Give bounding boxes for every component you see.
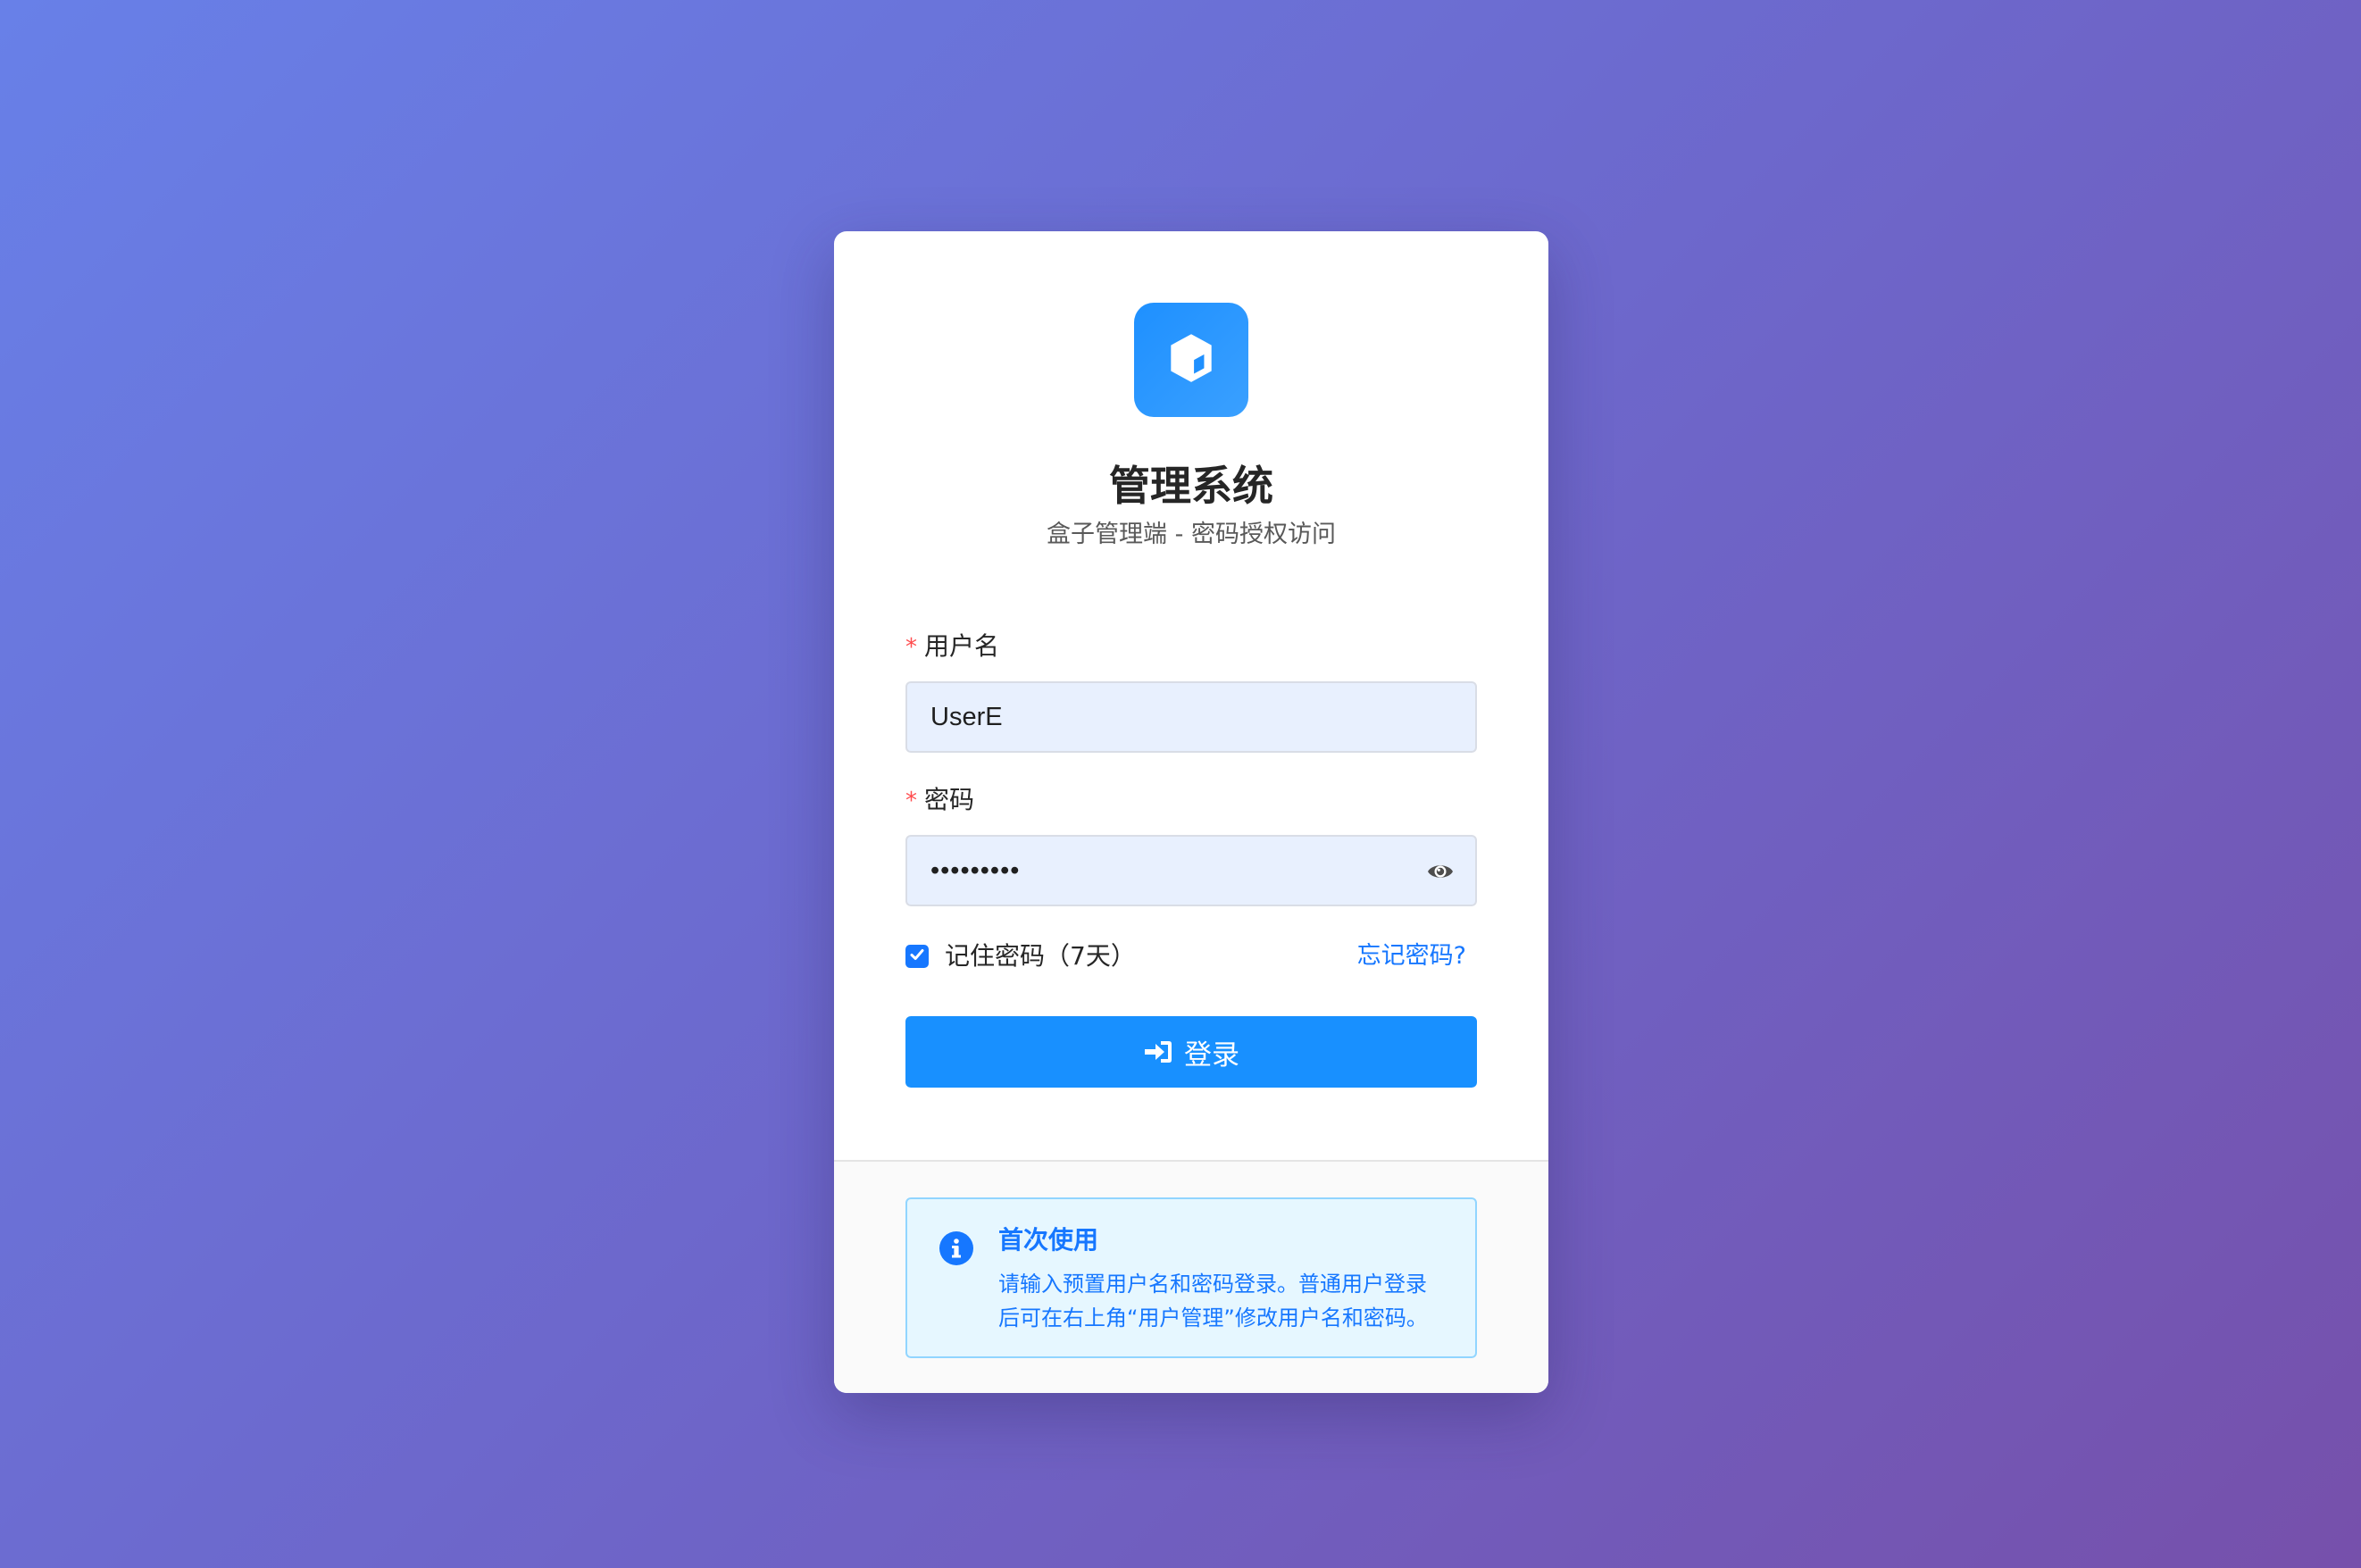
forgot-password-link[interactable]: 忘记密码?	[1357, 937, 1466, 976]
remember-checkbox[interactable]	[905, 945, 929, 968]
notice-text: 请输入预置用户名和密码登录。普通用户登录后可在右上角“用户管理”修改用户名和密码…	[998, 1272, 1428, 1330]
notice-title: 首次使用	[998, 1225, 1099, 1255]
form-actions: 记住密码（7天） 忘记密码? 登录	[834, 231, 1548, 1160]
remember-label: 记住密码（7天）	[945, 941, 1136, 971]
login-button[interactable]: 登录	[905, 1016, 1477, 1088]
check-icon	[908, 946, 926, 967]
login-label: 登录	[1184, 1038, 1239, 1071]
remember-option[interactable]: 记住密码（7天）	[905, 937, 1136, 976]
first-use-notice: 首次使用 请输入预置用户名和密码登录。普通用户登录后可在右上角“用户管理”修改用…	[905, 1197, 1477, 1358]
notice-section: 首次使用 请输入预置用户名和密码登录。普通用户登录后可在右上角“用户管理”修改用…	[834, 1160, 1548, 1393]
sign-in-icon	[1143, 1038, 1173, 1065]
info-circle-icon	[939, 1231, 973, 1265]
